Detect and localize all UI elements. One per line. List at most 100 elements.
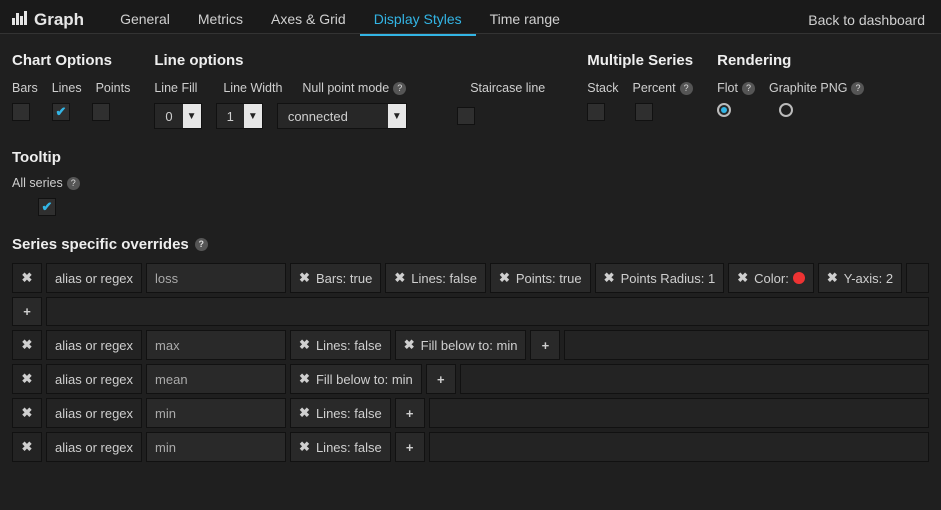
line-options-heading: Line options xyxy=(154,52,545,69)
panel-title: Graph xyxy=(12,10,84,30)
bar-chart-icon xyxy=(12,11,27,29)
select-line-fill[interactable]: 0 ▼ xyxy=(154,103,201,129)
help-icon[interactable]: ? xyxy=(851,82,864,95)
checkbox-percent[interactable] xyxy=(635,103,653,121)
remove-tag-icon[interactable]: ✖ xyxy=(737,270,748,286)
remove-tag-icon[interactable]: ✖ xyxy=(299,439,310,455)
label-line-fill: Line Fill xyxy=(154,81,209,95)
tab-general[interactable]: General xyxy=(106,4,184,36)
remove-override-button[interactable]: ✖ xyxy=(12,330,42,360)
alias-input[interactable] xyxy=(155,440,277,455)
chart-options-heading: Chart Options xyxy=(12,52,130,69)
add-override-tag-button[interactable]: + xyxy=(426,364,456,394)
alias-label: alias or regex xyxy=(46,364,142,394)
overrides-list: ✖alias or regex✖Bars: true✖Lines: false✖… xyxy=(12,263,929,466)
tab-metrics[interactable]: Metrics xyxy=(184,4,257,36)
override-tag[interactable]: ✖Fill below to: min xyxy=(395,330,527,360)
remove-tag-icon[interactable]: ✖ xyxy=(299,337,310,353)
remove-tag-icon[interactable]: ✖ xyxy=(299,270,310,286)
radio-graphite[interactable] xyxy=(779,103,793,117)
multiple-series-group: Multiple Series Stack Percent? xyxy=(587,52,693,129)
help-icon[interactable]: ? xyxy=(742,82,755,95)
checkbox-points[interactable] xyxy=(92,103,110,121)
override-tag[interactable]: ✖Lines: false xyxy=(290,330,391,360)
remove-tag-icon[interactable]: ✖ xyxy=(299,371,310,387)
chevron-down-icon[interactable]: ▼ xyxy=(388,104,406,128)
alias-input[interactable] xyxy=(155,406,277,421)
label-line-width: Line Width xyxy=(223,81,288,95)
help-icon[interactable]: ? xyxy=(195,238,208,251)
override-tag[interactable]: ✖Bars: true xyxy=(290,263,381,293)
row-filler xyxy=(46,297,929,326)
help-icon[interactable]: ? xyxy=(393,82,406,95)
override-row: ✖alias or regex✖Lines: false✖Fill below … xyxy=(12,330,929,360)
row-filler xyxy=(429,432,929,462)
label-points: Points xyxy=(96,81,131,95)
alias-input[interactable] xyxy=(155,271,277,286)
remove-tag-icon[interactable]: ✖ xyxy=(404,337,415,353)
alias-input-cell xyxy=(146,263,286,293)
override-tag[interactable]: ✖Points Radius: 1 xyxy=(595,263,725,293)
back-to-dashboard-link[interactable]: Back to dashboard xyxy=(804,5,929,35)
remove-override-button[interactable]: ✖ xyxy=(12,398,42,428)
label-null-mode: Null point mode? xyxy=(302,81,406,95)
tab-axes-grid[interactable]: Axes & Grid xyxy=(257,4,360,36)
label-stack: Stack xyxy=(587,81,618,95)
override-tag[interactable]: ✖Lines: false xyxy=(290,432,391,462)
overrides-heading: Series specific overrides ? xyxy=(12,236,929,253)
label-flot: Flot? xyxy=(717,81,755,95)
tab-time-range[interactable]: Time range xyxy=(476,4,574,36)
label-staircase: Staircase line xyxy=(470,81,545,95)
chevron-down-icon[interactable]: ▼ xyxy=(244,104,262,128)
row-filler xyxy=(429,398,929,428)
checkbox-staircase[interactable] xyxy=(457,107,475,125)
tab-display-styles[interactable]: Display Styles xyxy=(360,4,476,36)
add-override-tag-button[interactable]: + xyxy=(12,297,42,326)
alias-input-cell xyxy=(146,398,286,428)
override-tag[interactable]: ✖Lines: false xyxy=(290,398,391,428)
override-tag[interactable]: ✖Fill below to: min xyxy=(290,364,422,394)
select-line-width[interactable]: 1 ▼ xyxy=(216,103,263,129)
alias-label: alias or regex xyxy=(46,398,142,428)
override-tag[interactable]: ✖Color: xyxy=(728,263,814,293)
override-row: ✖alias or regex✖Bars: true✖Lines: false✖… xyxy=(12,263,929,293)
remove-override-button[interactable]: ✖ xyxy=(12,364,42,394)
remove-tag-icon[interactable]: ✖ xyxy=(604,270,615,286)
alias-label: alias or regex xyxy=(46,263,142,293)
row-filler xyxy=(564,330,929,360)
select-null-mode[interactable]: connected ▼ xyxy=(277,103,407,129)
remove-tag-icon[interactable]: ✖ xyxy=(394,270,405,286)
checkbox-bars[interactable] xyxy=(12,103,30,121)
override-row: ✖alias or regex✖Lines: false+ xyxy=(12,432,929,462)
alias-input-cell xyxy=(146,364,286,394)
tooltip-heading: Tooltip xyxy=(12,149,929,166)
add-override-tag-button[interactable]: + xyxy=(530,330,560,360)
alias-input[interactable] xyxy=(155,372,277,387)
override-row: ✖alias or regex✖Lines: false+ xyxy=(12,398,929,428)
alias-input[interactable] xyxy=(155,338,277,353)
add-override-tag-button[interactable]: + xyxy=(395,432,425,462)
checkbox-stack[interactable] xyxy=(587,103,605,121)
checkbox-all-series[interactable] xyxy=(38,198,56,216)
add-override-tag-button[interactable]: + xyxy=(395,398,425,428)
remove-tag-icon[interactable]: ✖ xyxy=(299,405,310,421)
panel-title-text: Graph xyxy=(34,10,84,30)
remove-tag-icon[interactable]: ✖ xyxy=(827,270,838,286)
remove-override-button[interactable]: ✖ xyxy=(12,263,42,293)
override-tag[interactable]: ✖Lines: false xyxy=(385,263,486,293)
help-icon[interactable]: ? xyxy=(680,82,693,95)
multiple-series-heading: Multiple Series xyxy=(587,52,693,69)
remove-override-button[interactable]: ✖ xyxy=(12,432,42,462)
override-tag[interactable]: ✖Points: true xyxy=(490,263,591,293)
checkbox-lines[interactable] xyxy=(52,103,70,121)
color-swatch[interactable] xyxy=(793,272,805,284)
label-percent: Percent? xyxy=(633,81,693,95)
override-tag[interactable]: ✖Y-axis: 2 xyxy=(818,263,902,293)
chevron-down-icon[interactable]: ▼ xyxy=(183,104,201,128)
help-icon[interactable]: ? xyxy=(67,177,80,190)
alias-label: alias or regex xyxy=(46,432,142,462)
rendering-heading: Rendering xyxy=(717,52,864,69)
override-row: ✖alias or regex✖Fill below to: min+ xyxy=(12,364,929,394)
remove-tag-icon[interactable]: ✖ xyxy=(499,270,510,286)
radio-flot[interactable] xyxy=(717,103,731,117)
